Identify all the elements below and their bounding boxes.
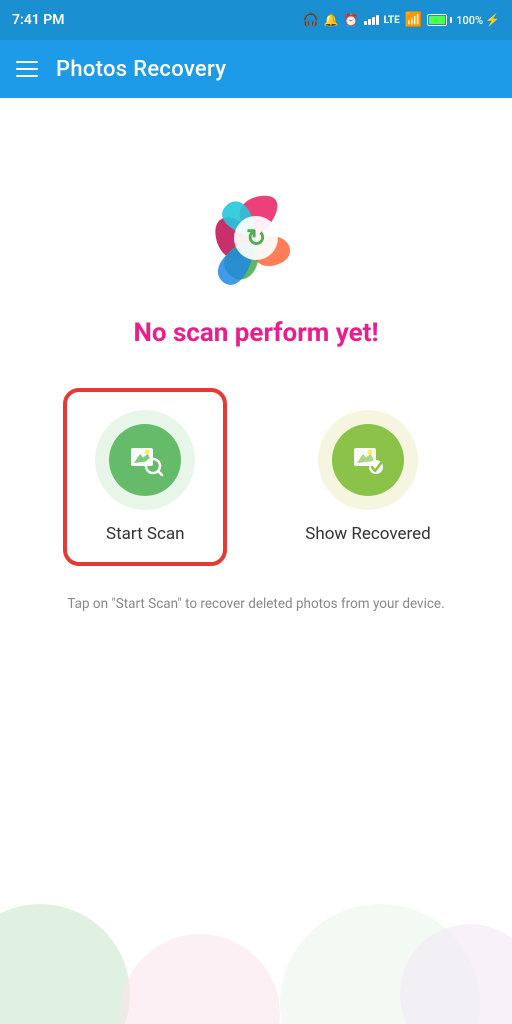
menu-button[interactable] bbox=[16, 61, 38, 77]
charging-icon: ⚡ bbox=[485, 13, 500, 27]
app-bar: Photos Recovery bbox=[0, 40, 512, 98]
start-scan-button[interactable]: Start Scan bbox=[63, 388, 227, 566]
app-title: Photos Recovery bbox=[56, 57, 226, 82]
show-circle-inner bbox=[332, 424, 404, 496]
svg-text:↻: ↻ bbox=[246, 224, 266, 252]
show-icon bbox=[349, 441, 387, 479]
start-scan-label: Start Scan bbox=[106, 524, 184, 544]
lte-icon: LTE bbox=[384, 15, 400, 26]
headphone-icon: 🎧 bbox=[303, 13, 319, 28]
show-circle-bg bbox=[318, 410, 418, 510]
show-recovered-button[interactable]: Show Recovered bbox=[287, 392, 448, 562]
deco-circle-2 bbox=[120, 934, 280, 1024]
decorative-circles bbox=[0, 844, 512, 1024]
battery-tip bbox=[450, 17, 452, 23]
show-recovered-label: Show Recovered bbox=[305, 524, 430, 544]
main-content: ↻ No scan perform yet! bbox=[0, 98, 512, 1024]
status-bar: 7:41 PM 🎧 🔔 ⏰ LTE 📶 100% ⚡ bbox=[0, 0, 512, 40]
signal-icon bbox=[364, 15, 379, 25]
app-logo: ↻ bbox=[206, 188, 306, 288]
wifi-icon: 📶 bbox=[405, 12, 422, 28]
buttons-row: Start Scan bbox=[0, 388, 512, 566]
battery-percent: 100% bbox=[456, 14, 483, 27]
battery-icon bbox=[427, 14, 447, 26]
status-icons: 🎧 🔔 ⏰ LTE 📶 100% ⚡ bbox=[303, 12, 500, 28]
deco-circle-1 bbox=[0, 904, 130, 1024]
status-time: 7:41 PM bbox=[12, 12, 65, 28]
alarm-icon: ⏰ bbox=[344, 13, 359, 27]
no-scan-text: No scan perform yet! bbox=[133, 318, 378, 348]
hint-text: Tap on "Start Scan" to recover deleted p… bbox=[37, 594, 474, 614]
battery-container: 100% ⚡ bbox=[427, 13, 500, 27]
notification-icon: 🔔 bbox=[324, 13, 339, 27]
scan-circle-inner bbox=[109, 424, 181, 496]
scan-circle-bg bbox=[95, 410, 195, 510]
scan-icon bbox=[126, 441, 164, 479]
